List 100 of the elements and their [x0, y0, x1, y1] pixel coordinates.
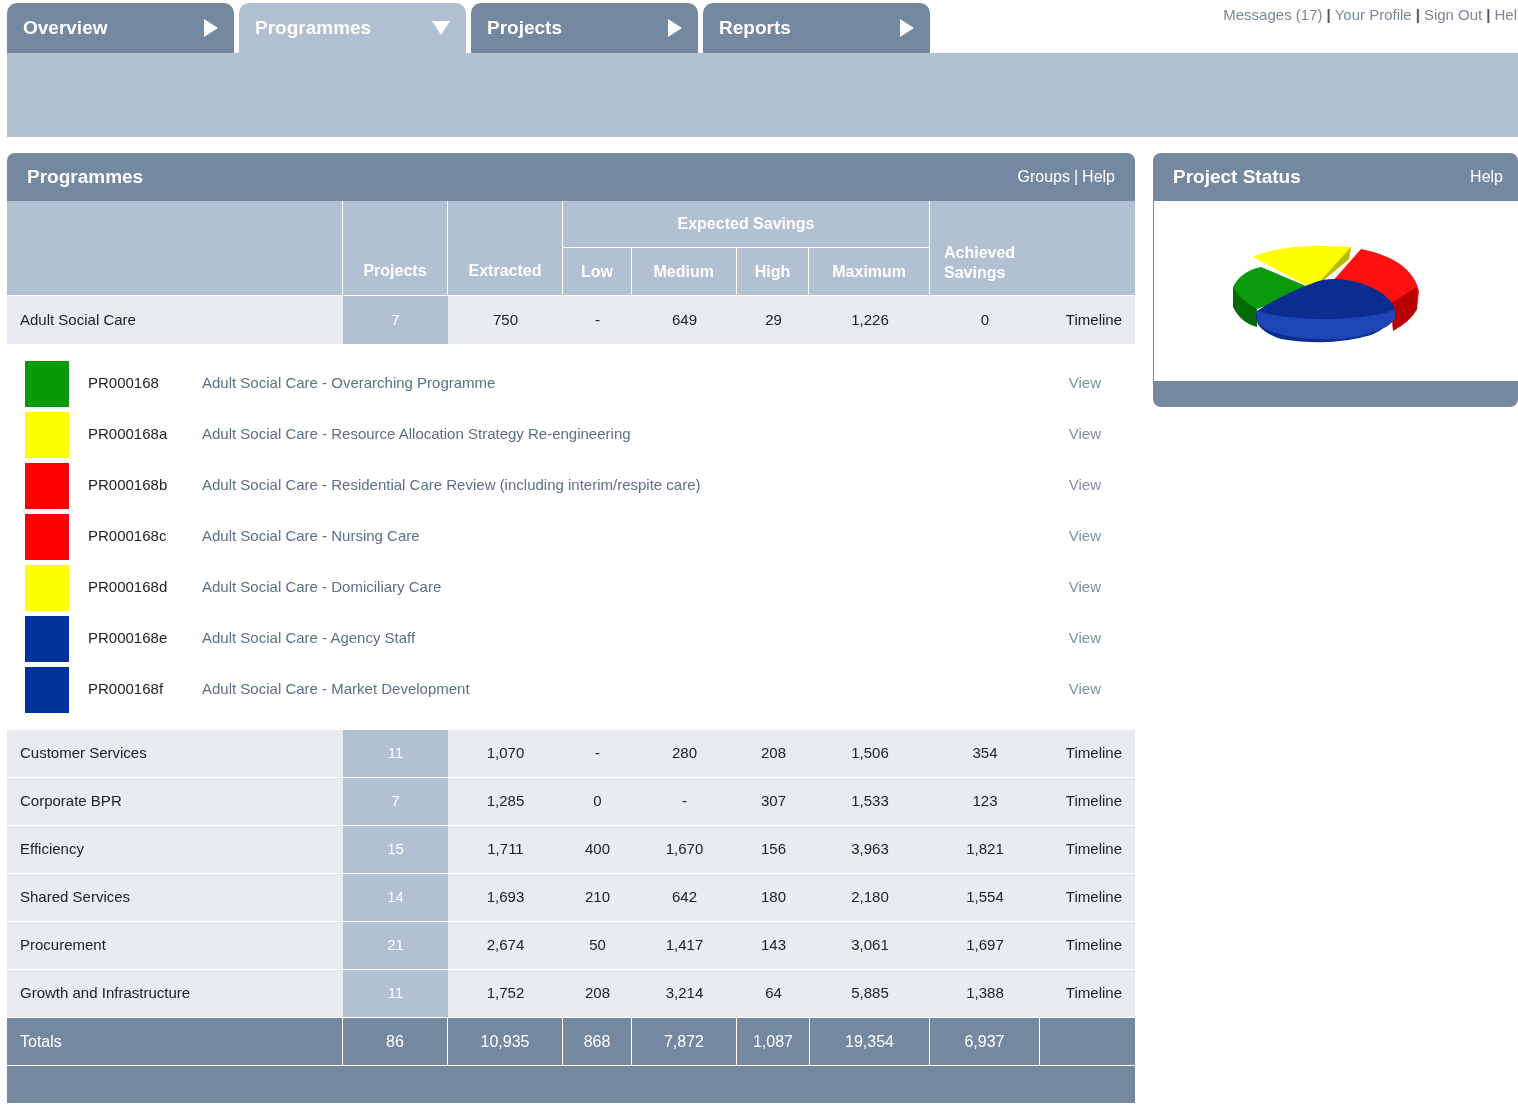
link-separator: |	[1326, 5, 1331, 25]
project-title[interactable]: Adult Social Care - Residential Care Review (including interim/respite care)	[202, 476, 701, 494]
table-cell-text: 1,711	[487, 839, 524, 860]
project-count: 7	[391, 309, 400, 330]
total-cell-text: 1,087	[752, 1031, 793, 1052]
table-cell-text: 156	[761, 839, 786, 860]
view-link[interactable]: View	[1068, 527, 1101, 545]
caret-down-icon	[432, 21, 450, 35]
project-code: PR000168d	[88, 578, 168, 596]
panel-link[interactable]: Groups	[1017, 165, 1070, 189]
table-cell-text: 50	[589, 935, 606, 956]
programme-name: Growth and Infrastructure	[20, 983, 191, 1004]
table-cell-text: 208	[761, 743, 786, 764]
view-link[interactable]: View	[1068, 680, 1101, 698]
table-cell-text: -	[595, 743, 600, 764]
link-separator: |	[1486, 5, 1491, 25]
table-cell-text: -	[682, 791, 687, 812]
project-title[interactable]: Adult Social Care - Overarching Programme	[202, 374, 496, 392]
table-cell-text: 307	[761, 791, 786, 812]
header-link[interactable]: Hel	[1494, 4, 1517, 27]
project-count: 11	[387, 743, 404, 764]
timeline-link[interactable]: Timeline	[1065, 790, 1122, 813]
project-count: 14	[387, 887, 404, 908]
timeline-link[interactable]: Timeline	[1065, 308, 1122, 332]
table-cell-text: 642	[672, 887, 697, 908]
table-cell-text: 180	[761, 887, 786, 908]
table-cell-text: 750	[493, 309, 518, 330]
table-cell-text: 143	[761, 935, 786, 956]
panel-title: Project Status	[1173, 164, 1301, 189]
timeline-link[interactable]: Timeline	[1065, 742, 1122, 765]
view-link[interactable]: View	[1068, 629, 1101, 647]
total-cell-text: 868	[583, 1031, 611, 1052]
table-cell-text: 1,417	[665, 935, 704, 956]
column-header: Projects	[363, 261, 427, 281]
project-code: PR000168e	[88, 629, 168, 647]
column-header: Extracted	[468, 261, 542, 281]
table-cell-text: 29	[765, 309, 782, 330]
table-cell-text: 0	[980, 309, 990, 330]
programme-name: Corporate BPR	[20, 791, 122, 812]
total-cell-text: 19,354	[845, 1031, 894, 1052]
header-link[interactable]: Messages (17)	[1223, 4, 1323, 27]
header-link[interactable]: Sign Out	[1423, 4, 1483, 27]
project-title[interactable]: Adult Social Care - Market Development	[202, 680, 470, 698]
table-cell-text: 649	[672, 309, 697, 330]
table-cell-text: 400	[585, 839, 610, 860]
total-cell-text: 10,935	[480, 1031, 530, 1052]
project-code: PR000168f	[88, 680, 164, 698]
play-arrow-icon	[204, 19, 218, 37]
play-arrow-icon	[668, 19, 682, 37]
project-title[interactable]: Adult Social Care - Domiciliary Care	[202, 578, 442, 596]
table-cell-text: 208	[585, 983, 610, 1004]
project-title[interactable]: Adult Social Care - Agency Staff	[202, 629, 416, 647]
table-cell-text: 3,061	[851, 935, 889, 956]
nav-tab[interactable]: Reports	[703, 3, 930, 53]
panel-link[interactable]: Help	[1470, 165, 1503, 189]
project-code: PR000168	[88, 374, 159, 392]
panel-link[interactable]: Help	[1082, 165, 1115, 189]
table-cell-text: -	[595, 309, 600, 330]
table-cell-text: 123	[972, 791, 998, 812]
column-header: Medium	[653, 261, 714, 282]
table-cell-text: 1,506	[851, 743, 889, 764]
timeline-link[interactable]: Timeline	[1065, 838, 1122, 861]
programme-name: Adult Social Care	[20, 309, 136, 330]
column-header: Low	[580, 261, 613, 282]
table-cell-text: 64	[765, 983, 782, 1004]
project-code: PR000168b	[88, 476, 168, 494]
timeline-link[interactable]: Timeline	[1065, 886, 1122, 909]
link-separator: |	[1073, 167, 1079, 187]
table-cell-text: 0	[593, 791, 602, 812]
project-title[interactable]: Adult Social Care - Nursing Care	[202, 527, 420, 545]
project-count: 7	[391, 791, 400, 812]
table-cell-text: 1,388	[966, 983, 1004, 1004]
timeline-link[interactable]: Timeline	[1065, 982, 1122, 1005]
table-cell-text: 1,533	[851, 791, 889, 812]
nav-tab[interactable]: Overview	[7, 3, 234, 53]
table-cell-text: 1,285	[486, 791, 525, 812]
view-link[interactable]: View	[1068, 425, 1101, 443]
programme-name: Procurement	[20, 935, 106, 956]
table-cell-text: 1,070	[486, 743, 525, 764]
table-cell-text: 1,697	[966, 935, 1004, 956]
programme-name: Customer Services	[20, 743, 147, 764]
table-cell-text: 280	[672, 743, 697, 764]
project-code: PR000168c	[88, 527, 167, 545]
project-title[interactable]: Adult Social Care - Resource Allocation Strategy Re-engineering	[202, 425, 631, 443]
view-link[interactable]: View	[1068, 476, 1101, 494]
table-cell-text: 2,674	[486, 935, 525, 956]
table-cell-text: 210	[585, 887, 610, 908]
table-cell-text: 1,693	[486, 887, 525, 908]
project-count: 11	[387, 983, 404, 1004]
total-cell-text: 7,872	[663, 1031, 704, 1052]
timeline-link[interactable]: Timeline	[1065, 934, 1122, 957]
table-cell-text: 3,214	[665, 983, 704, 1004]
view-link[interactable]: View	[1068, 578, 1101, 596]
header-link[interactable]: Your Profile	[1334, 4, 1412, 27]
table-cell-text: 1,821	[966, 839, 1004, 860]
view-link[interactable]: View	[1068, 374, 1101, 392]
nav-tab[interactable]: Projects	[471, 3, 698, 53]
project-code: PR000168a	[88, 425, 168, 443]
table-cell-text: 1,670	[665, 839, 704, 860]
project-count: 15	[387, 839, 404, 860]
